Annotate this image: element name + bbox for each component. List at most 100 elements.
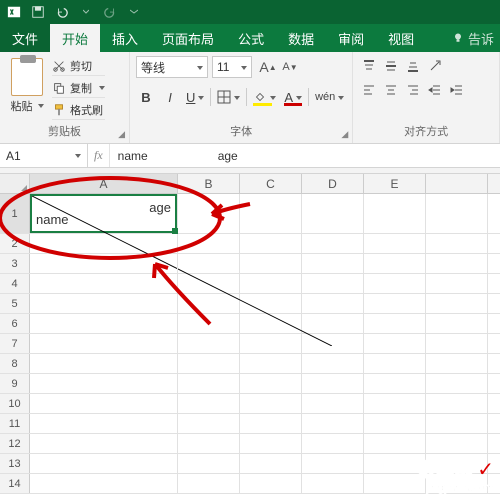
cell[interactable] (240, 454, 302, 473)
save-icon[interactable] (28, 2, 48, 22)
align-left-button[interactable] (359, 80, 379, 100)
cell[interactable] (30, 334, 178, 353)
cell[interactable] (30, 314, 178, 333)
cell[interactable] (426, 274, 488, 293)
cell[interactable] (302, 374, 364, 393)
align-center-button[interactable] (381, 80, 401, 100)
cell[interactable] (302, 434, 364, 453)
cell[interactable] (178, 374, 240, 393)
cell[interactable] (178, 474, 240, 493)
cell[interactable] (30, 374, 178, 393)
cell[interactable] (240, 374, 302, 393)
underline-button[interactable]: U (184, 86, 206, 108)
cell[interactable]: nameage (30, 194, 178, 233)
cell[interactable] (302, 474, 364, 493)
borders-button[interactable] (215, 86, 242, 108)
align-right-button[interactable] (403, 80, 423, 100)
row-header[interactable]: 4 (0, 274, 30, 293)
row-header[interactable]: 9 (0, 374, 30, 393)
cell[interactable] (364, 354, 426, 373)
cell[interactable] (178, 434, 240, 453)
select-all-corner[interactable] (0, 174, 30, 193)
tab-review[interactable]: 审阅 (326, 24, 376, 52)
col-header-E[interactable]: E (364, 174, 426, 193)
copy-button[interactable]: 复制 (52, 78, 105, 98)
cell[interactable] (30, 294, 178, 313)
row-header[interactable]: 2 (0, 234, 30, 253)
align-bottom-button[interactable] (403, 56, 423, 76)
tab-home[interactable]: 开始 (50, 24, 100, 52)
cell[interactable] (426, 434, 488, 453)
cell[interactable] (364, 254, 426, 273)
cell-A1-selected[interactable]: nameage (30, 194, 177, 233)
cell[interactable] (302, 454, 364, 473)
cell[interactable] (240, 394, 302, 413)
cell[interactable] (364, 274, 426, 293)
col-header[interactable] (426, 174, 488, 193)
cell[interactable] (178, 394, 240, 413)
formula-input[interactable]: nameage (110, 149, 500, 163)
row-header[interactable]: 1 (0, 194, 30, 233)
cell[interactable] (426, 474, 488, 493)
tab-data[interactable]: 数据 (276, 24, 326, 52)
cell[interactable] (426, 234, 488, 253)
cell[interactable] (426, 454, 488, 473)
tab-insert[interactable]: 插入 (100, 24, 150, 52)
cell[interactable] (426, 254, 488, 273)
cell[interactable] (30, 394, 178, 413)
cell[interactable] (364, 294, 426, 313)
tell-me[interactable]: 告诉 (452, 24, 500, 52)
row-header[interactable]: 7 (0, 334, 30, 353)
cell[interactable] (426, 314, 488, 333)
cell[interactable] (364, 434, 426, 453)
fx-button[interactable]: fx (88, 144, 110, 167)
cell[interactable] (426, 354, 488, 373)
fill-color-button[interactable] (251, 86, 278, 108)
font-color-button[interactable]: A (282, 86, 304, 108)
cell[interactable] (240, 474, 302, 493)
increase-font-button[interactable]: A▲ (258, 56, 278, 78)
cell[interactable] (364, 374, 426, 393)
tab-file[interactable]: 文件 (0, 24, 50, 52)
undo-icon[interactable] (52, 2, 72, 22)
row-header[interactable]: 8 (0, 354, 30, 373)
qat-customize-icon[interactable] (124, 2, 144, 22)
cell[interactable] (178, 354, 240, 373)
dialog-launcher-icon[interactable]: ◢ (341, 129, 348, 140)
cell[interactable] (426, 374, 488, 393)
cell[interactable] (30, 474, 178, 493)
cell[interactable] (240, 354, 302, 373)
phonetic-button[interactable]: wén (313, 86, 346, 108)
cell[interactable] (364, 334, 426, 353)
tab-pagelayout[interactable]: 页面布局 (150, 24, 226, 52)
cell[interactable] (30, 274, 178, 293)
name-box[interactable]: A1 (0, 144, 88, 167)
cell[interactable] (178, 414, 240, 433)
cell[interactable] (302, 354, 364, 373)
cell[interactable] (426, 414, 488, 433)
col-header-C[interactable]: C (240, 174, 302, 193)
cell[interactable] (364, 194, 426, 233)
row-header[interactable]: 13 (0, 454, 30, 473)
cell[interactable] (240, 414, 302, 433)
cut-button[interactable]: 剪切 (52, 56, 105, 76)
row-header[interactable]: 6 (0, 314, 30, 333)
cell[interactable] (178, 454, 240, 473)
font-size-select[interactable]: 11 (212, 56, 252, 78)
cell[interactable] (302, 414, 364, 433)
tab-view[interactable]: 视图 (376, 24, 426, 52)
cell[interactable] (426, 394, 488, 413)
cell[interactable] (364, 314, 426, 333)
cell[interactable] (240, 434, 302, 453)
align-top-button[interactable] (359, 56, 379, 76)
decrease-font-button[interactable]: A▼ (280, 56, 300, 78)
tab-formulas[interactable]: 公式 (226, 24, 276, 52)
decrease-indent-button[interactable] (425, 80, 445, 100)
row-header[interactable]: 12 (0, 434, 30, 453)
worksheet-grid[interactable]: A B C D E 1nameage234567891011121314 (0, 174, 500, 494)
increase-indent-button[interactable] (447, 80, 467, 100)
row-header[interactable]: 11 (0, 414, 30, 433)
row-header[interactable]: 3 (0, 254, 30, 273)
cell[interactable] (426, 294, 488, 313)
cell[interactable] (364, 414, 426, 433)
